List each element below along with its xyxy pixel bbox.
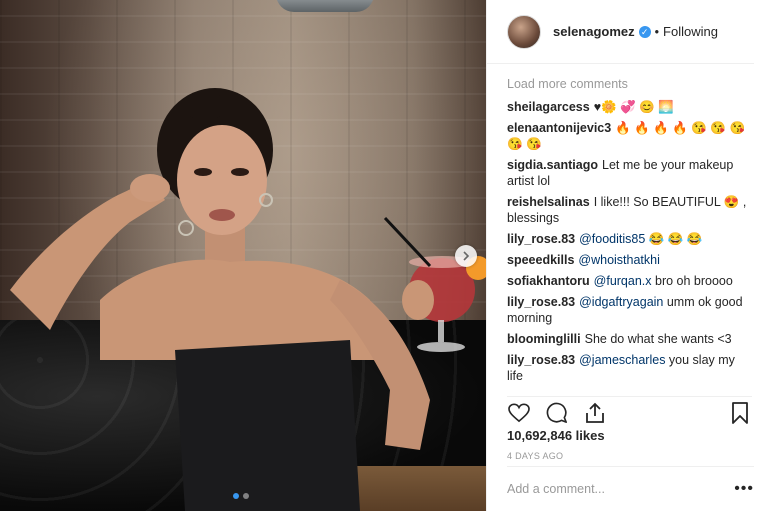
comment-item: lily_rose.83 @idgaftryagain umm ok good m… — [507, 294, 754, 326]
comment-item: lily_rose.83 @jamescharles you slay my li… — [507, 352, 754, 384]
comment-text: bro oh broooo — [651, 274, 733, 288]
comment-item: sigdia.santiago Let me be your makeup art… — [507, 157, 754, 189]
comment-text: 😂 😂 😂 — [645, 232, 703, 246]
comment-username[interactable]: bloominglilli — [507, 332, 581, 346]
add-comment-bar: ••• — [507, 466, 754, 511]
comment-mention-link[interactable]: @idgaftryagain — [579, 295, 663, 309]
comment-item: elenaantonijevic3 🔥 🔥 🔥 🔥 😘 😘 😘 😘 😘 — [507, 120, 754, 152]
carousel-dot-active — [233, 493, 239, 499]
likes-count[interactable]: 10,692,846 likes — [507, 428, 605, 443]
comment-item: sofiakhantoru @furqan.x bro oh broooo — [507, 273, 754, 289]
carousel-indicator — [233, 493, 249, 499]
comment-mention-link[interactable]: @jamescharles — [579, 353, 665, 367]
more-options-icon[interactable]: ••• — [734, 480, 754, 498]
load-more-comments-button[interactable]: Load more comments — [507, 77, 754, 91]
comment-mention-link[interactable]: @furqan.x — [594, 274, 652, 288]
comment-text: She do what she wants <3 — [584, 332, 732, 346]
post-timestamp: 4 DAYS AGO — [507, 451, 564, 461]
comment-username[interactable]: reishelsalinas — [507, 195, 590, 209]
comment-item: sheilagarcess ♥🌼 💞 😊 🌅 — [507, 99, 754, 115]
chevron-right-icon[interactable] — [455, 245, 477, 267]
comments-list[interactable]: Load more comments sheilagarcess ♥🌼 💞 😊 🌅… — [507, 77, 754, 387]
comment-item: reishelsalinas I like!!! So BEAUTIFUL 😍 ,… — [507, 194, 754, 226]
bookmark-icon[interactable] — [728, 401, 752, 425]
post-actions — [507, 396, 752, 424]
comment-text: ♥🌼 💞 😊 🌅 — [593, 100, 674, 114]
comment-username[interactable]: elenaantonijevic3 — [507, 121, 611, 135]
comment-username[interactable]: sofiakhantoru — [507, 274, 590, 288]
comment-icon[interactable] — [545, 401, 569, 425]
comment-item: bloominglilli She do what she wants <3 — [507, 331, 754, 347]
post-photo[interactable] — [0, 0, 486, 511]
woman-with-drink-illustration — [10, 88, 486, 511]
heart-icon[interactable] — [507, 401, 531, 425]
share-icon[interactable] — [583, 401, 607, 425]
carousel-dot — [243, 493, 249, 499]
comment-username[interactable]: speeedkills — [507, 253, 574, 267]
comment-mention-link[interactable]: @whoisthatkhi — [578, 253, 659, 267]
instagram-post: selenagomez ✓ • Following Load more comm… — [0, 0, 768, 511]
verified-icon: ✓ — [638, 25, 651, 38]
comment-mention-link[interactable]: @fooditis85 — [579, 232, 645, 246]
comment-item: speeedkills @whoisthatkhi — [507, 252, 754, 268]
comment-username[interactable]: sheilagarcess — [507, 100, 590, 114]
comment-username[interactable]: lily_rose.83 — [507, 353, 575, 367]
header-username[interactable]: selenagomez — [553, 24, 635, 39]
post-header: selenagomez ✓ • Following — [487, 0, 754, 64]
post-side-panel: selenagomez ✓ • Following Load more comm… — [486, 0, 768, 511]
following-button[interactable]: Following — [663, 24, 718, 39]
header-separator: • — [654, 24, 660, 39]
comment-item: lily_rose.83 @fooditis85 😂 😂 😂 — [507, 231, 754, 247]
avatar[interactable] — [507, 14, 541, 49]
comment-input[interactable] — [507, 482, 735, 496]
comment-username[interactable]: lily_rose.83 — [507, 295, 575, 309]
comment-username[interactable]: sigdia.santiago — [507, 158, 598, 172]
comment-username[interactable]: lily_rose.83 — [507, 232, 575, 246]
